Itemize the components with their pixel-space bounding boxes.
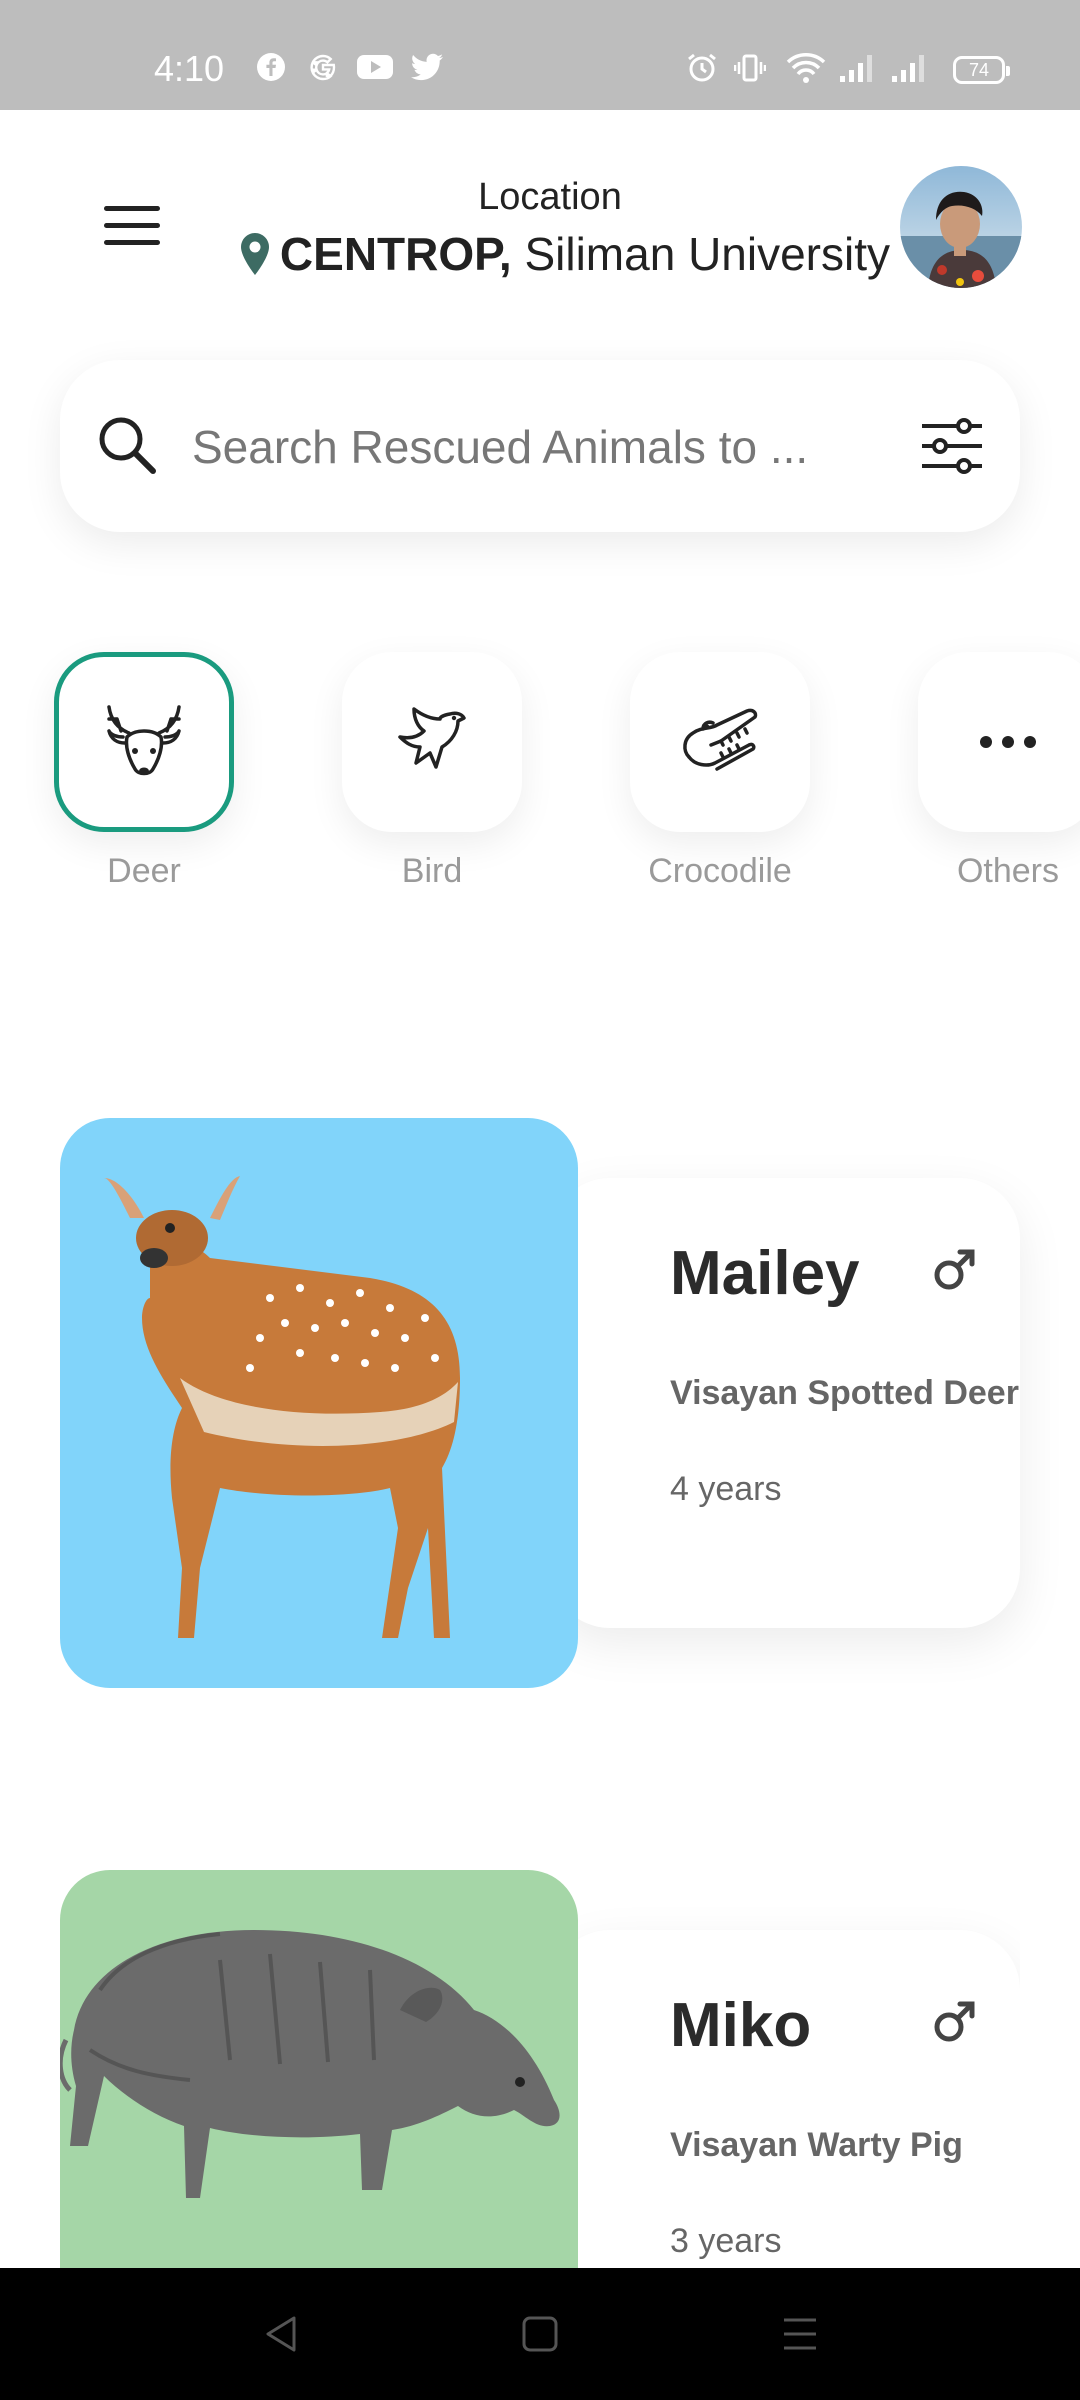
search-bar[interactable]: Search Rescued Animals to ... (60, 360, 1020, 532)
male-icon (934, 2001, 975, 2042)
category-tile[interactable] (918, 652, 1080, 832)
pet-name: Mailey (670, 1239, 860, 1308)
pet-breed: Visayan Warty Pig (670, 2126, 963, 2164)
location-pin-icon (240, 233, 269, 275)
wifi-icon (786, 53, 826, 83)
avatar-photo (900, 166, 1022, 288)
recents-icon[interactable] (780, 2314, 820, 2354)
location-name: CENTROP, (279, 228, 512, 280)
category-label: Bird (401, 852, 463, 890)
system-nav-bar (0, 2268, 1080, 2400)
status-time: 4:10 (154, 48, 225, 89)
battery-indicator: 74 (953, 56, 1010, 84)
pet-card[interactable]: Mailey Visayan Spotted Deer 4 years (60, 1118, 1020, 1688)
category-tile[interactable] (630, 652, 810, 832)
google-icon (310, 54, 336, 81)
category-label: Deer (107, 852, 181, 890)
category-crocodile[interactable]: Crocodile (630, 652, 810, 891)
more-icon (980, 736, 1036, 748)
category-tile[interactable] (54, 652, 234, 832)
pet-info-panel[interactable]: Miko Visayan Warty Pig 3 years (550, 1930, 1020, 2268)
avatar[interactable] (900, 166, 1022, 288)
category-tile[interactable] (342, 652, 522, 832)
signal-icon (892, 55, 924, 82)
deer-photo (104, 1176, 460, 1638)
pet-age: 3 years (670, 2222, 782, 2260)
pet-age: 4 years (670, 1470, 782, 1508)
pet-breed: Visayan Spotted Deer (670, 1374, 1019, 1412)
category-bird[interactable]: Bird (342, 652, 522, 891)
location-caption: Location (478, 176, 622, 218)
menu-icon[interactable] (104, 206, 160, 248)
category-label: Others (956, 852, 1060, 890)
signal-icon (840, 55, 872, 82)
status-bar: 4:10 74 (0, 0, 1080, 110)
pet-photo[interactable] (60, 1118, 578, 1688)
category-label: Crocodile (648, 852, 792, 890)
location-detail: Siliman University (511, 228, 890, 280)
location-selector[interactable]: CENTROP, Siliman University (230, 224, 890, 284)
vibrate-icon (734, 54, 766, 82)
category-others[interactable]: Others (918, 652, 1080, 891)
home-icon[interactable] (520, 2314, 560, 2354)
pet-name: Miko (670, 1991, 812, 2060)
search-icon (99, 417, 156, 474)
back-icon[interactable] (262, 2314, 302, 2354)
bird-icon (398, 707, 466, 769)
deer-icon (107, 705, 181, 776)
crocodile-icon (683, 708, 758, 771)
pet-info-panel[interactable]: Mailey Visayan Spotted Deer 4 years (550, 1178, 1020, 1628)
male-icon (934, 1249, 975, 1290)
category-deer[interactable]: Deer (54, 652, 234, 891)
filter-icon[interactable] (920, 416, 984, 476)
pet-card[interactable]: Miko Visayan Warty Pig 3 years (60, 1870, 1020, 2268)
youtube-icon (357, 55, 393, 79)
facebook-icon (257, 53, 285, 81)
search-input[interactable]: Search Rescued Animals to ... (192, 420, 808, 474)
pig-photo (60, 1930, 560, 2198)
pet-photo[interactable] (60, 1870, 578, 2268)
alarm-icon (688, 53, 716, 82)
twitter-icon (410, 53, 443, 81)
